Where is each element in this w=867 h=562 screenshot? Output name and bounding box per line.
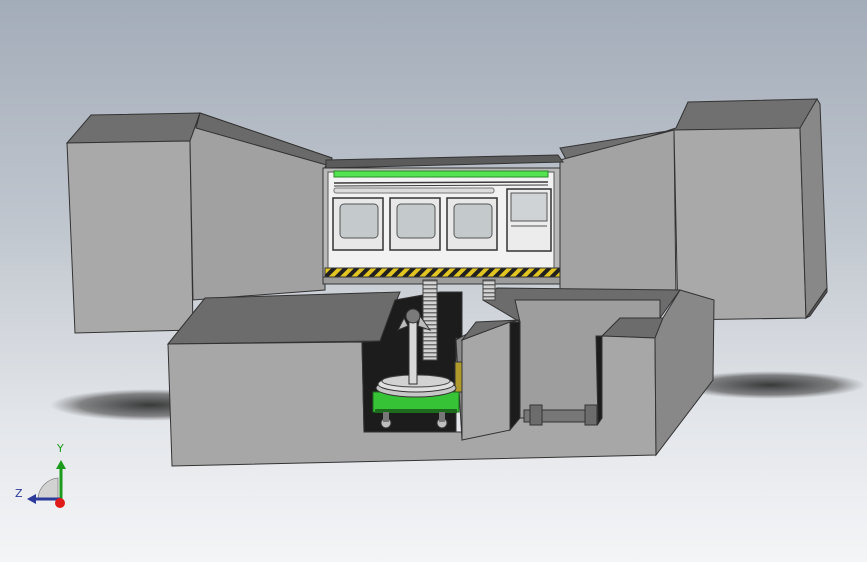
x-axis-dot bbox=[55, 498, 65, 508]
right-wing-housing bbox=[559, 98, 828, 321]
y-axis-label: Y bbox=[57, 442, 64, 455]
hazard-strip bbox=[324, 267, 561, 278]
robot-arm bbox=[408, 321, 418, 385]
ladder-left bbox=[422, 279, 438, 361]
coordinate-triad bbox=[27, 460, 66, 508]
graphics-viewport[interactable]: Y Z bbox=[0, 0, 867, 562]
green-light-bar bbox=[333, 170, 549, 178]
z-axis-label: Z bbox=[15, 487, 23, 500]
cad-model[interactable] bbox=[0, 0, 867, 562]
ladder-right bbox=[482, 279, 496, 301]
train-panel bbox=[322, 154, 564, 285]
